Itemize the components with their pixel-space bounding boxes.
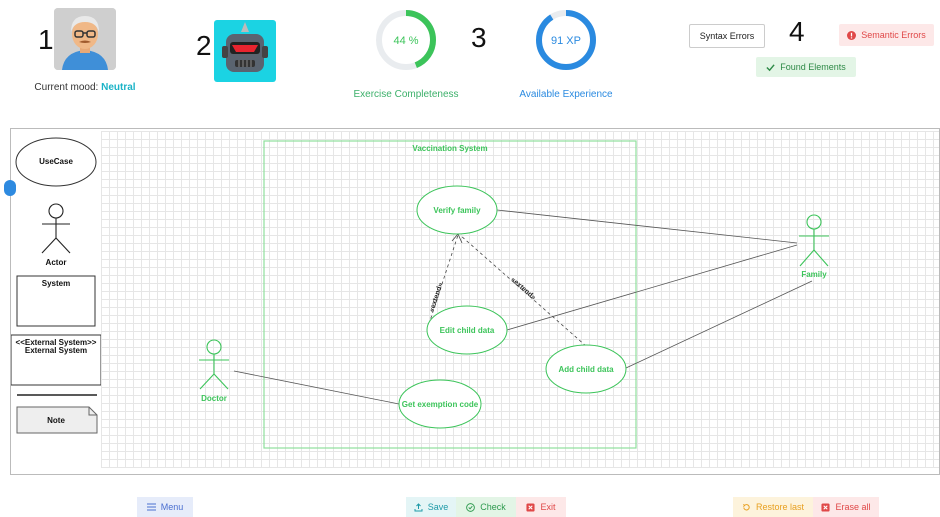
step-number-1: 1 [38,24,54,55]
exit-button[interactable]: Exit [516,497,566,517]
exercise-progress-text: 44 % [393,35,418,47]
menu-icon [146,503,156,511]
error-circle-icon [847,30,857,40]
erase-all-label: Erase all [835,502,871,512]
palette-external-system-label-2: External System [24,346,88,355]
erase-all-button[interactable]: Erase all [813,497,879,517]
trash-icon [821,502,831,512]
avatar [54,8,116,70]
check-label: Check [480,502,506,512]
syntax-errors-button[interactable]: Syntax Errors [689,24,765,48]
semantic-errors-button[interactable]: Semantic Errors [839,24,934,46]
palette-usecase-label: UseCase [39,157,73,166]
upload-icon [414,502,423,511]
save-label: Save [427,502,449,512]
check-icon [766,63,775,71]
current-mood: Current mood: Neutral [0,82,170,93]
palette-actor-shape[interactable] [41,203,71,254]
exit-label: Exit [540,502,556,512]
restore-icon [743,503,750,510]
palette-actor-label: Actor [45,258,67,267]
palette-toggle-handle[interactable] [4,180,16,196]
step-number-3: 3 [471,22,487,53]
step-number-4: 4 [789,16,805,47]
experience-progress-text: 91 XP [551,35,581,47]
available-experience-label: Available Experience [519,89,613,100]
check-button[interactable]: Check [456,497,516,517]
user-avatar-icon [54,8,116,70]
close-square-icon [526,502,536,512]
exercise-progress-ring: 44 % [376,10,436,70]
element-palette: UseCase Actor System <<External System>>… [11,131,101,467]
experience-progress-ring: 91 XP [536,10,596,70]
restore-last-label: Restore last [755,502,805,512]
mood-prefix: Current mood: [34,82,99,93]
robot-icon [222,22,268,72]
robot-assistant[interactable] [214,20,276,82]
palette-note-label: Note [47,416,65,425]
mood-value: Neutral [101,82,136,93]
step-number-2: 2 [196,30,212,61]
found-elements-button[interactable]: Found Elements [756,57,856,77]
semantic-errors-label: Semantic Errors [861,30,926,40]
syntax-errors-label: Syntax Errors [699,31,755,41]
restore-last-button[interactable]: Restore last [733,497,813,517]
menu-button[interactable]: Menu [137,497,193,517]
exercise-completeness-label: Exercise Completeness [353,89,459,100]
found-elements-label: Found Elements [780,62,846,72]
menu-label: Menu [160,502,184,512]
check-circle-icon [466,502,476,512]
save-button[interactable]: Save [406,497,456,517]
diagram-canvas[interactable] [101,131,939,468]
palette-system-label: System [41,279,71,288]
